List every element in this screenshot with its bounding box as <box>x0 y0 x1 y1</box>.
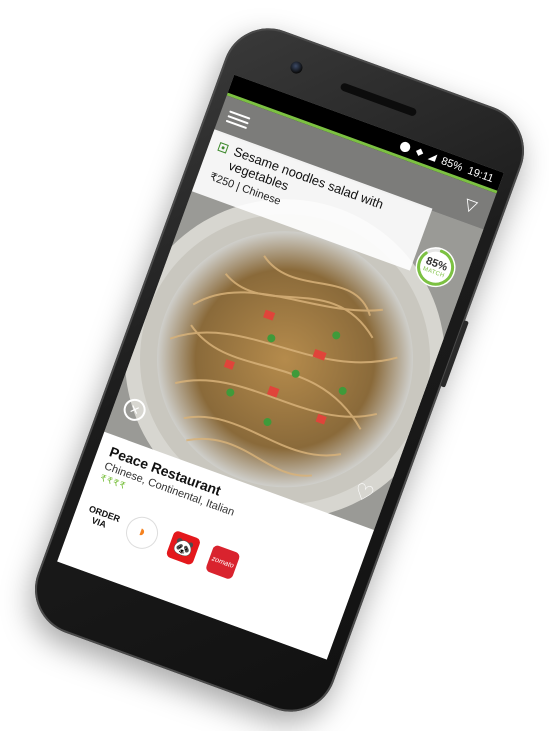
app-screen: ⬤ ◆ ◢ 85% 19:11 ▽ Sesame noodles salad w… <box>57 74 504 660</box>
zomato-logo: zomato <box>210 554 235 570</box>
menu-button[interactable] <box>225 108 252 132</box>
swiggy-icon: ◗ <box>134 522 150 542</box>
clock: 19:11 <box>466 164 496 185</box>
front-camera <box>288 59 305 76</box>
signal-icon: ◢ <box>426 150 438 164</box>
foodpanda-button[interactable]: 🐼 <box>165 529 202 566</box>
veg-indicator-icon <box>217 142 229 154</box>
order-via-label: ORDER VIA <box>87 503 122 530</box>
filter-icon[interactable]: ▽ <box>458 193 484 219</box>
swiggy-button[interactable]: ◗ <box>121 512 163 554</box>
wifi-icon: ◆ <box>414 145 426 159</box>
phone-device: ⬤ ◆ ◢ 85% 19:11 ▽ Sesame noodles salad w… <box>22 15 537 725</box>
location-icon: ⬤ <box>397 139 413 155</box>
battery-level: 85% <box>439 154 465 174</box>
earpiece-speaker <box>339 82 418 117</box>
foodpanda-icon: 🐼 <box>170 536 196 560</box>
zomato-button[interactable]: zomato <box>204 544 241 581</box>
